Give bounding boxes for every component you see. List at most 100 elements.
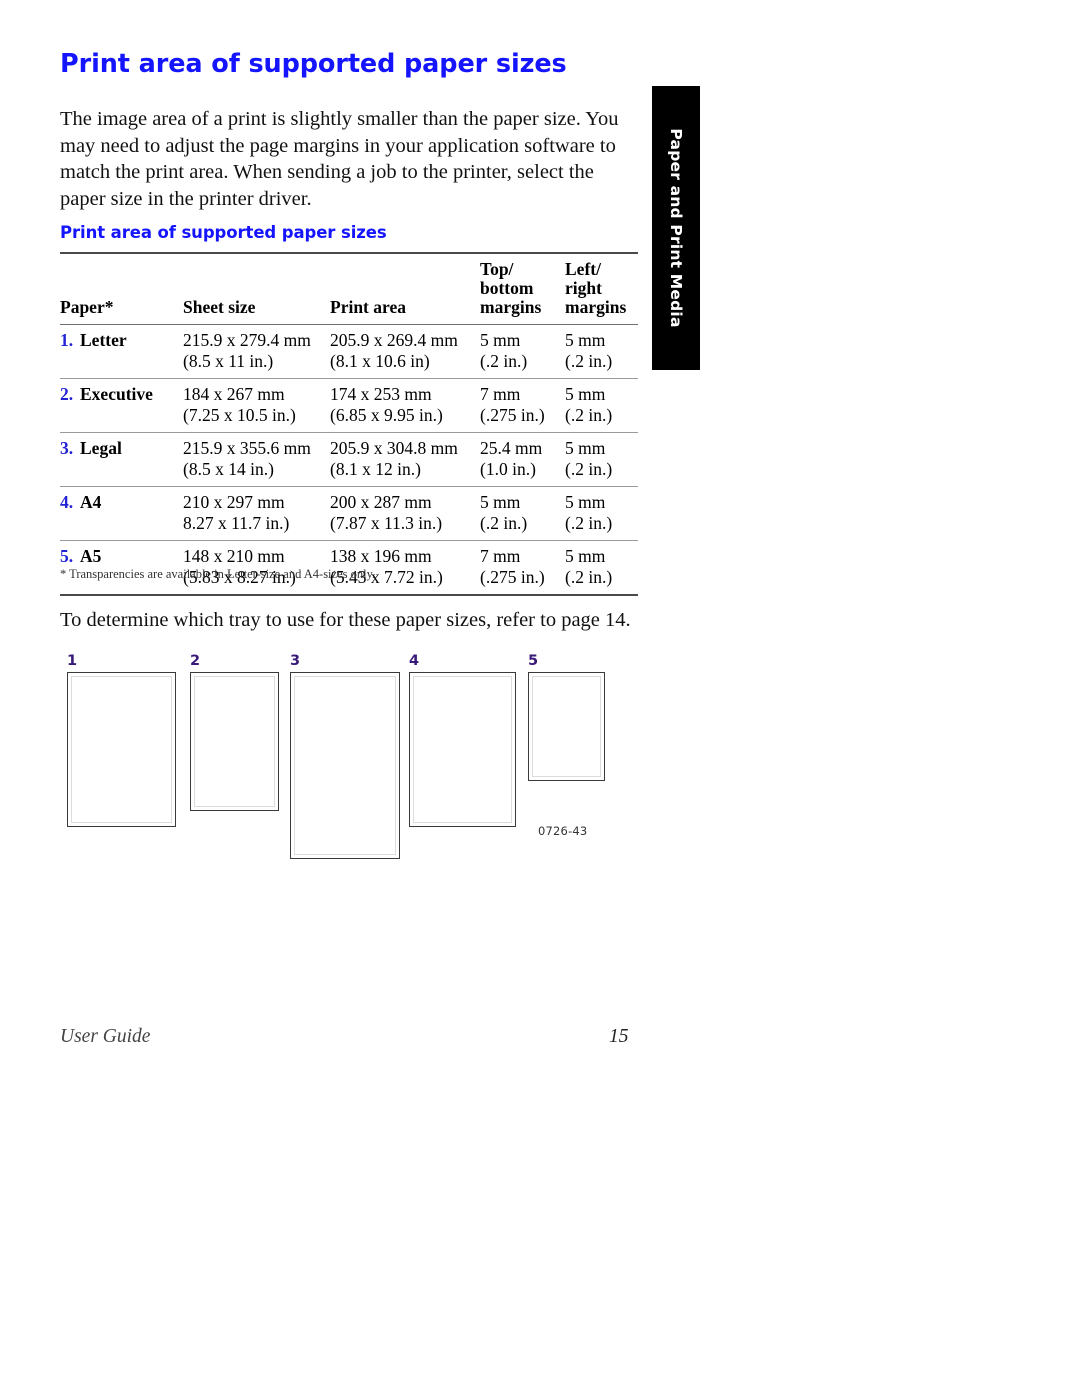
tb-margin-in: (1.0 in.) xyxy=(480,459,536,479)
lr-margin-in: (.2 in.) xyxy=(565,405,613,425)
cell-paper-name: 2. Executive xyxy=(60,379,183,433)
tb-margin-in: (.2 in.) xyxy=(480,513,528,533)
cell-paper-name: 1. Letter xyxy=(60,325,183,379)
row-number: 3. xyxy=(60,438,74,458)
lr-margin-in: (.2 in.) xyxy=(565,459,613,479)
cell-top-bottom-margin: 5 mm (.2 in.) xyxy=(480,487,565,541)
lr-margin-mm: 5 mm xyxy=(565,438,606,458)
cell-top-bottom-margin: 7 mm (.275 in.) xyxy=(480,379,565,433)
footer-page-number: 15 xyxy=(609,1026,629,1047)
sheet-number-1: 1 xyxy=(67,653,78,669)
paper-sheet-inner-2 xyxy=(194,676,275,807)
footer-guide-label: User Guide xyxy=(60,1026,151,1047)
lr-margin-in: (.2 in.) xyxy=(565,351,613,371)
lr-margin-in: (.2 in.) xyxy=(565,513,613,533)
cell-sheet-size: 184 x 267 mm (7.25 x 10.5 in.) xyxy=(183,379,330,433)
cell-top-bottom-margin: 25.4 mm (1.0 in.) xyxy=(480,433,565,487)
row-paper-label: A4 xyxy=(80,492,102,512)
print-area-mm: 138 x 196 mm xyxy=(330,546,432,566)
sheet-size-in: (8.5 x 11 in.) xyxy=(183,351,274,371)
cell-paper-name: 4. A4 xyxy=(60,487,183,541)
row-paper-label: Legal xyxy=(80,438,122,458)
print-area-mm: 205.9 x 304.8 mm xyxy=(330,438,458,458)
tb-margin-mm: 5 mm xyxy=(480,492,521,512)
sheet-size-in: 8.27 x 11.7 in.) xyxy=(183,513,290,533)
row-paper-label: Letter xyxy=(80,330,127,350)
paper-sheet-4 xyxy=(409,672,516,827)
intro-paragraph: The image area of a print is slightly sm… xyxy=(60,108,619,210)
table-row: 4. A4 210 x 297 mm 8.27 x 11.7 in.) 200 x… xyxy=(60,487,638,541)
tb-margin-in: (.2 in.) xyxy=(480,351,528,371)
page-title: Print area of supported paper sizes xyxy=(60,49,567,79)
sheet-size-in: (7.25 x 10.5 in.) xyxy=(183,405,296,425)
paper-size-diagram: 1 2 3 4 5 0726-43 xyxy=(60,652,630,867)
tb-header-line-3: margins xyxy=(480,297,542,317)
cell-print-area: 205.9 x 269.4 mm (8.1 x 10.6 in) xyxy=(330,325,480,379)
print-area-mm: 200 x 287 mm xyxy=(330,492,432,512)
cell-paper-name: 3. Legal xyxy=(60,433,183,487)
tb-header-line-1: Top/ xyxy=(480,259,514,279)
tb-header-line-2: bottom xyxy=(480,278,534,298)
cell-top-bottom-margin: 5 mm (.2 in.) xyxy=(480,325,565,379)
sheet-number-5: 5 xyxy=(528,653,539,669)
tb-margin-mm: 25.4 mm xyxy=(480,438,543,458)
table-footnote: * Transparencies are available in Letter… xyxy=(60,567,376,581)
sheet-size-mm: 215.9 x 279.4 mm xyxy=(183,330,311,350)
print-area-in: (8.1 x 10.6 in) xyxy=(330,351,430,371)
tb-margin-mm: 7 mm xyxy=(480,384,521,404)
column-header-sheet-size: Sheet size xyxy=(183,297,256,317)
sheet-size-mm: 210 x 297 mm xyxy=(183,492,285,512)
tb-margin-mm: 5 mm xyxy=(480,330,521,350)
paper-sheet-1 xyxy=(67,672,176,827)
sheet-size-mm: 148 x 210 mm xyxy=(183,546,285,566)
lr-header-line-1: Left/ xyxy=(565,259,601,279)
sheet-size-mm: 215.9 x 355.6 mm xyxy=(183,438,311,458)
sheet-number-4: 4 xyxy=(409,653,420,669)
sheet-number-2: 2 xyxy=(190,653,201,669)
paper-sheet-3 xyxy=(290,672,400,859)
figure-code-label: 0726-43 xyxy=(538,824,588,838)
paper-sizes-table: Paper* Sheet size Print area Top/ bottom… xyxy=(60,252,638,596)
row-number: 4. xyxy=(60,492,74,512)
cell-left-right-margin: 5 mm (.2 in.) xyxy=(565,325,638,379)
column-header-paper: Paper* xyxy=(60,297,114,317)
paper-sizes-table-wrapper: Paper* Sheet size Print area Top/ bottom… xyxy=(60,252,638,596)
closing-paragraph: To determine which tray to use for these… xyxy=(60,609,631,631)
row-paper-label: A5 xyxy=(80,546,102,566)
row-paper-label: Executive xyxy=(80,384,153,404)
lr-header-line-3: margins xyxy=(565,297,627,317)
table-header-row: Paper* Sheet size Print area Top/ bottom… xyxy=(60,253,638,325)
paper-sheet-inner-3 xyxy=(294,676,396,855)
print-area-in: (6.85 x 9.95 in.) xyxy=(330,405,443,425)
section-tab-label: Paper and Print Media xyxy=(667,128,685,328)
sheet-number-3: 3 xyxy=(290,653,301,669)
print-area-mm: 174 x 253 mm xyxy=(330,384,432,404)
lr-margin-mm: 5 mm xyxy=(565,384,606,404)
table-header: Paper* Sheet size Print area Top/ bottom… xyxy=(60,253,638,325)
table-body: 1. Letter 215.9 x 279.4 mm (8.5 x 11 in.)… xyxy=(60,325,638,595)
cell-print-area: 200 x 287 mm (7.87 x 11.3 in.) xyxy=(330,487,480,541)
paper-sheet-inner-5 xyxy=(532,676,601,777)
cell-left-right-margin: 5 mm (.2 in.) xyxy=(565,487,638,541)
paper-sheet-inner-4 xyxy=(413,676,512,823)
lr-header-line-2: right xyxy=(565,278,602,298)
cell-sheet-size: 215.9 x 355.6 mm (8.5 x 14 in.) xyxy=(183,433,330,487)
print-area-in: (7.87 x 11.3 in.) xyxy=(330,513,443,533)
row-number: 1. xyxy=(60,330,74,350)
column-header-left-right-margins: Left/ right margins xyxy=(565,253,638,325)
lr-margin-mm: 5 mm xyxy=(565,492,606,512)
paper-sheet-2 xyxy=(190,672,279,811)
table-row: 1. Letter 215.9 x 279.4 mm (8.5 x 11 in.)… xyxy=(60,325,638,379)
cell-sheet-size: 210 x 297 mm 8.27 x 11.7 in.) xyxy=(183,487,330,541)
cell-left-right-margin: 5 mm (.2 in.) xyxy=(565,433,638,487)
sheet-size-in: (8.5 x 14 in.) xyxy=(183,459,274,479)
table-row: 2. Executive 184 x 267 mm (7.25 x 10.5 in… xyxy=(60,379,638,433)
lr-margin-mm: 5 mm xyxy=(565,546,606,566)
column-header-print-area: Print area xyxy=(330,297,406,317)
column-header-top-bottom-margins: Top/ bottom margins xyxy=(480,253,565,325)
cell-left-right-margin: 5 mm (.2 in.) xyxy=(565,379,638,433)
paper-sheet-5 xyxy=(528,672,605,781)
table-row: 3. Legal 215.9 x 355.6 mm (8.5 x 14 in.) … xyxy=(60,433,638,487)
cell-print-area: 205.9 x 304.8 mm (8.1 x 12 in.) xyxy=(330,433,480,487)
tb-margin-mm: 7 mm xyxy=(480,546,521,566)
